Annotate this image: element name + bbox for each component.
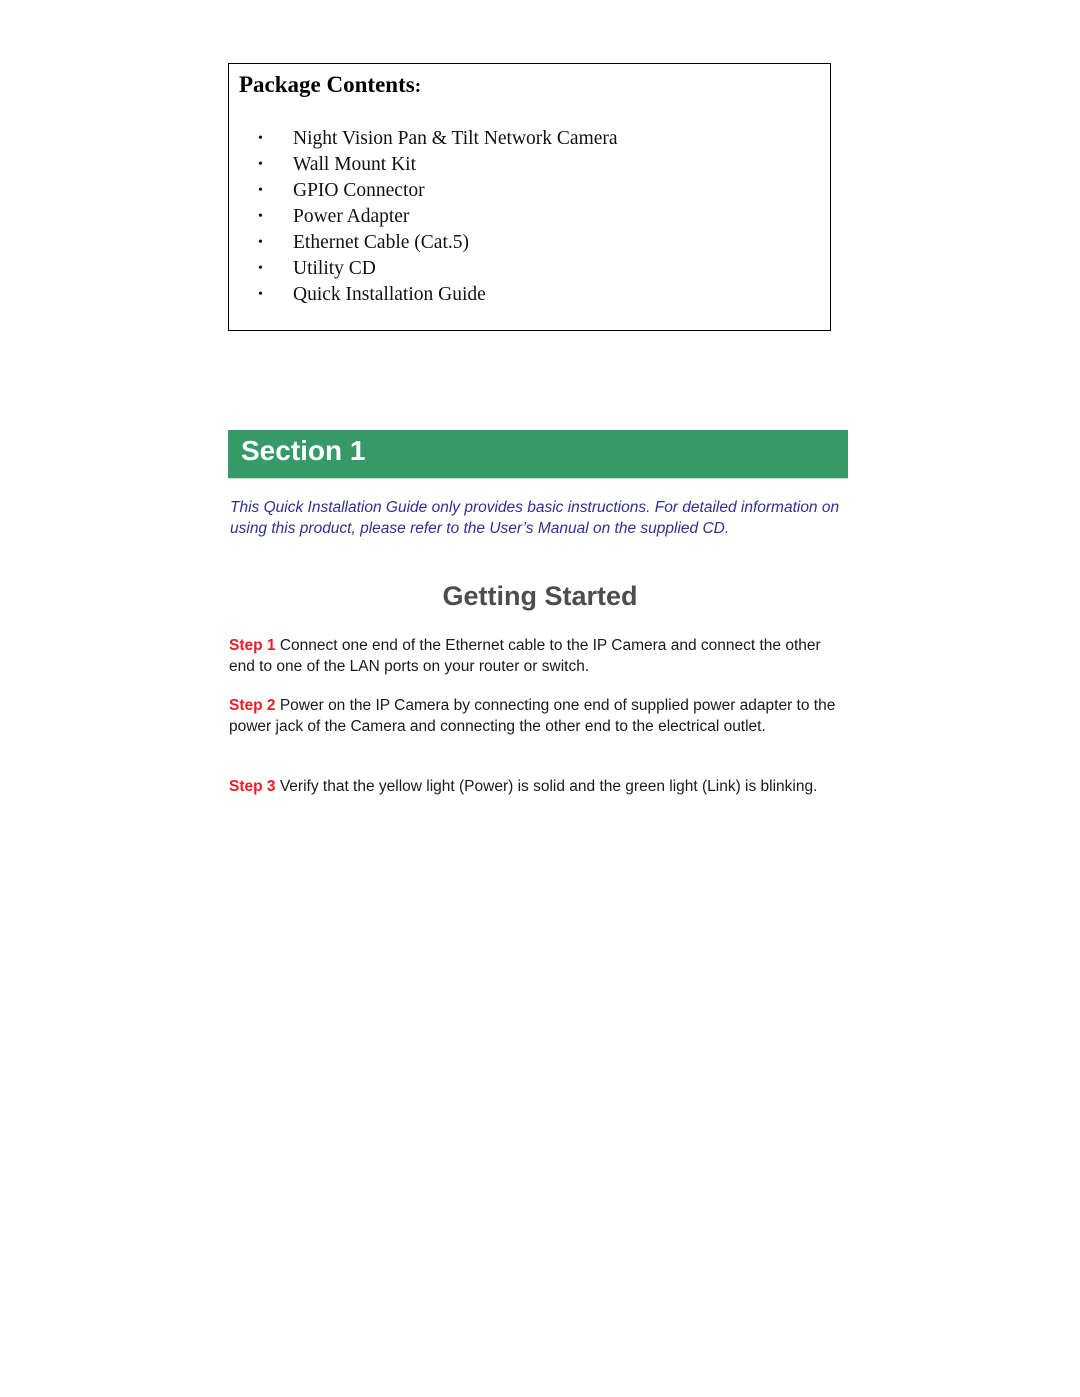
- step-label: Step 1: [229, 637, 276, 654]
- step-label: Step 2: [229, 697, 276, 714]
- step-label: Step 3: [229, 778, 276, 795]
- list-item: • GPIO Connector: [229, 178, 618, 204]
- section-header-bar: Section 1: [228, 430, 848, 479]
- list-item: • Quick Installation Guide: [229, 282, 618, 308]
- list-item: • Utility CD: [229, 256, 618, 282]
- list-item: • Wall Mount Kit: [229, 152, 618, 178]
- list-item: • Power Adapter: [229, 204, 618, 230]
- bullet-icon: •: [258, 131, 263, 146]
- getting-started-title: Getting Started: [442, 581, 638, 611]
- step-2: Step 2 Power on the IP Camera by connect…: [229, 696, 849, 737]
- package-contents-list: • Night Vision Pan & Tilt Network Camera …: [229, 126, 618, 308]
- package-contents-title: Package Contents:: [239, 72, 422, 97]
- step-text: Connect one end of the Ethernet cable to…: [229, 637, 821, 675]
- bullet-icon: •: [258, 261, 263, 276]
- bullet-icon: •: [258, 287, 263, 302]
- step-text: Power on the IP Camera by connecting one…: [229, 697, 836, 735]
- bullet-icon: •: [258, 157, 263, 172]
- list-item: • Night Vision Pan & Tilt Network Camera: [229, 126, 618, 152]
- section-label: Section 1: [241, 435, 366, 466]
- package-contents-box: Package Contents: • Night Vision Pan & Ti…: [228, 63, 831, 331]
- list-item: • Ethernet Cable (Cat.5): [229, 230, 618, 256]
- step-1: Step 1 Connect one end of the Ethernet c…: [229, 636, 849, 677]
- intro-note: This Quick Installation Guide only provi…: [230, 499, 840, 537]
- bullet-icon: •: [258, 209, 263, 224]
- step-3: Step 3 Verify that the yellow light (Pow…: [229, 777, 849, 798]
- step-text: Verify that the yellow light (Power) is …: [275, 778, 818, 795]
- bullet-icon: •: [258, 235, 263, 250]
- bullet-icon: •: [258, 183, 263, 198]
